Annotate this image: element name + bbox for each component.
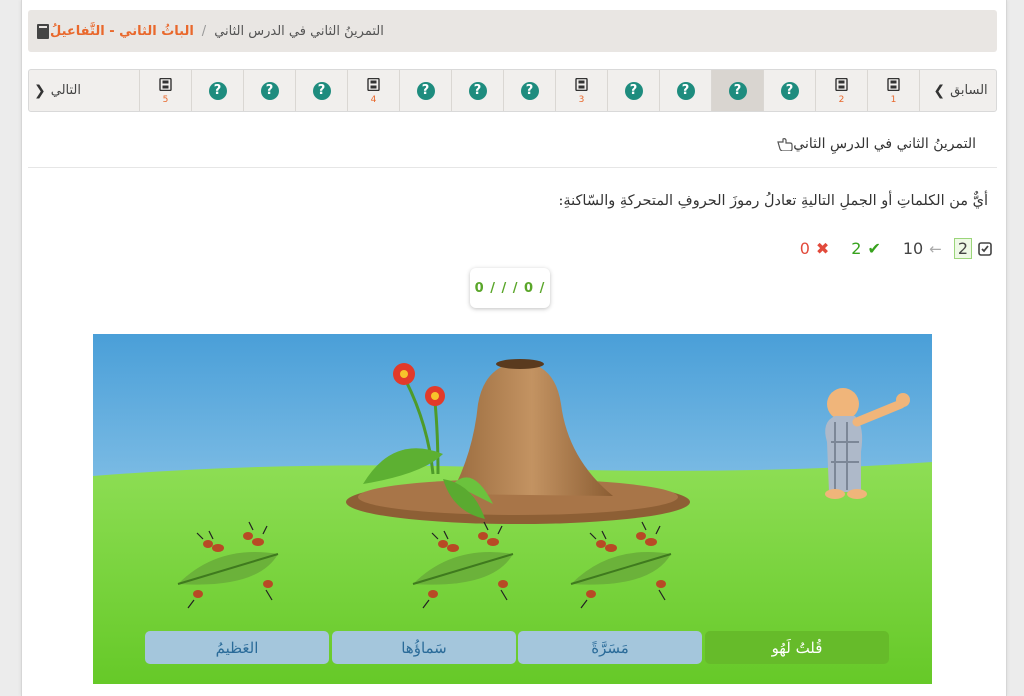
nav-item-8[interactable]: ? [503,70,555,111]
video-icon [835,76,848,95]
nav-item-number: 2 [838,95,845,105]
nav-item-7[interactable]: 3 [555,70,607,111]
game-area: قُلتُ لَهُو مَسَرَّةً سَماؤُها العَظيمُ [93,334,932,684]
video-icon [367,76,380,95]
check-square-icon [978,241,992,256]
breadcrumb-current: التمرينُ الثاني في الدرس الثاني [214,23,384,39]
nav-item-5[interactable]: ? [659,70,711,111]
nav-item-11[interactable]: 4 [347,70,399,111]
breadcrumb-chapter-link[interactable]: الباثُ الثاني - التَّفاعيلُ [50,24,194,39]
answer-option-3[interactable]: سَماؤُها [332,631,516,664]
question-icon: ? [416,81,435,100]
question-icon: ? [208,81,227,100]
prev-button[interactable]: ❮ السابق [919,70,996,111]
question-icon: ? [260,81,279,100]
hand-pointer-icon [777,138,793,151]
nav-item-13[interactable]: ? [243,70,295,111]
question-icon: ? [676,81,695,100]
lesson-nav: ❮ السابق 1 2???? 3??? 4??? 5 التالي ❯ [28,69,997,112]
nav-item-10[interactable]: ? [399,70,451,111]
x-icon: ✖ [815,239,830,258]
total-questions: 10 [902,239,924,258]
nav-item-number: 1 [890,95,897,105]
nav-item-number: 5 [162,95,169,105]
prev-label: السابق [950,83,988,98]
question-icon: ? [728,81,747,100]
nav-item-1[interactable]: 1 [867,70,919,111]
nav-item-14[interactable]: ? [191,70,243,111]
answer-option-2[interactable]: مَسَرَّةً [518,631,702,664]
answer-option-1[interactable]: قُلتُ لَهُو [705,631,889,664]
nav-item-3[interactable]: ? [763,70,815,111]
question-icon: ? [624,81,643,100]
video-icon [575,76,588,95]
chevron-left-icon: ❮ [933,82,946,99]
current-question-number: 2 [953,238,972,259]
breadcrumb: الباثُ الثاني - التَّفاعيلُ / التمرينُ ا… [28,10,997,52]
question-icon: ? [520,81,539,100]
nav-item-4[interactable]: ? [711,70,763,111]
question-text: أيٌّ من الكلماتِ أو الجملِ التاليةِ تعاد… [558,193,988,209]
answer-options: قُلتُ لَهُو مَسَرَّةً سَماؤُها العَظيمُ [145,631,889,664]
answer-option-4[interactable]: العَظيمُ [145,631,329,664]
video-icon [887,76,900,95]
nav-item-number: 4 [370,95,377,105]
correct-count: 2 [851,239,862,258]
arrow-left-icon: ← [929,239,942,258]
question-icon: ? [468,81,487,100]
chevron-right-icon: ❯ [34,82,46,99]
exercise-title-text: التمرينُ الثاني في الدرسِ الثاني [793,136,976,152]
nav-item-15[interactable]: 5 [139,70,191,111]
nav-item-2[interactable]: 2 [815,70,867,111]
prosody-pattern-badge: 0 / / / 0 / [470,268,550,308]
breadcrumb-separator: / [201,23,207,39]
nav-item-12[interactable]: ? [295,70,347,111]
video-icon [159,76,172,95]
check-icon: ✔ [867,239,881,258]
question-icon: ? [312,81,331,100]
next-button[interactable]: التالي ❯ [29,70,139,111]
nav-item-6[interactable]: ? [607,70,659,111]
exercise-title: التمرينُ الثاني في الدرسِ الثاني [771,136,976,152]
nav-item-number: 3 [578,95,585,105]
question-icon: ? [780,81,799,100]
divider [28,167,997,168]
wrong-count: 0 [799,239,810,258]
next-label: التالي [50,83,81,98]
page-card: الباثُ الثاني - التَّفاعيلُ / التمرينُ ا… [21,0,1007,696]
nav-item-9[interactable]: ? [451,70,503,111]
book-icon [37,23,49,39]
stats-row: 2 ← 10 ✔ 2 ✖ 0 [800,238,992,259]
